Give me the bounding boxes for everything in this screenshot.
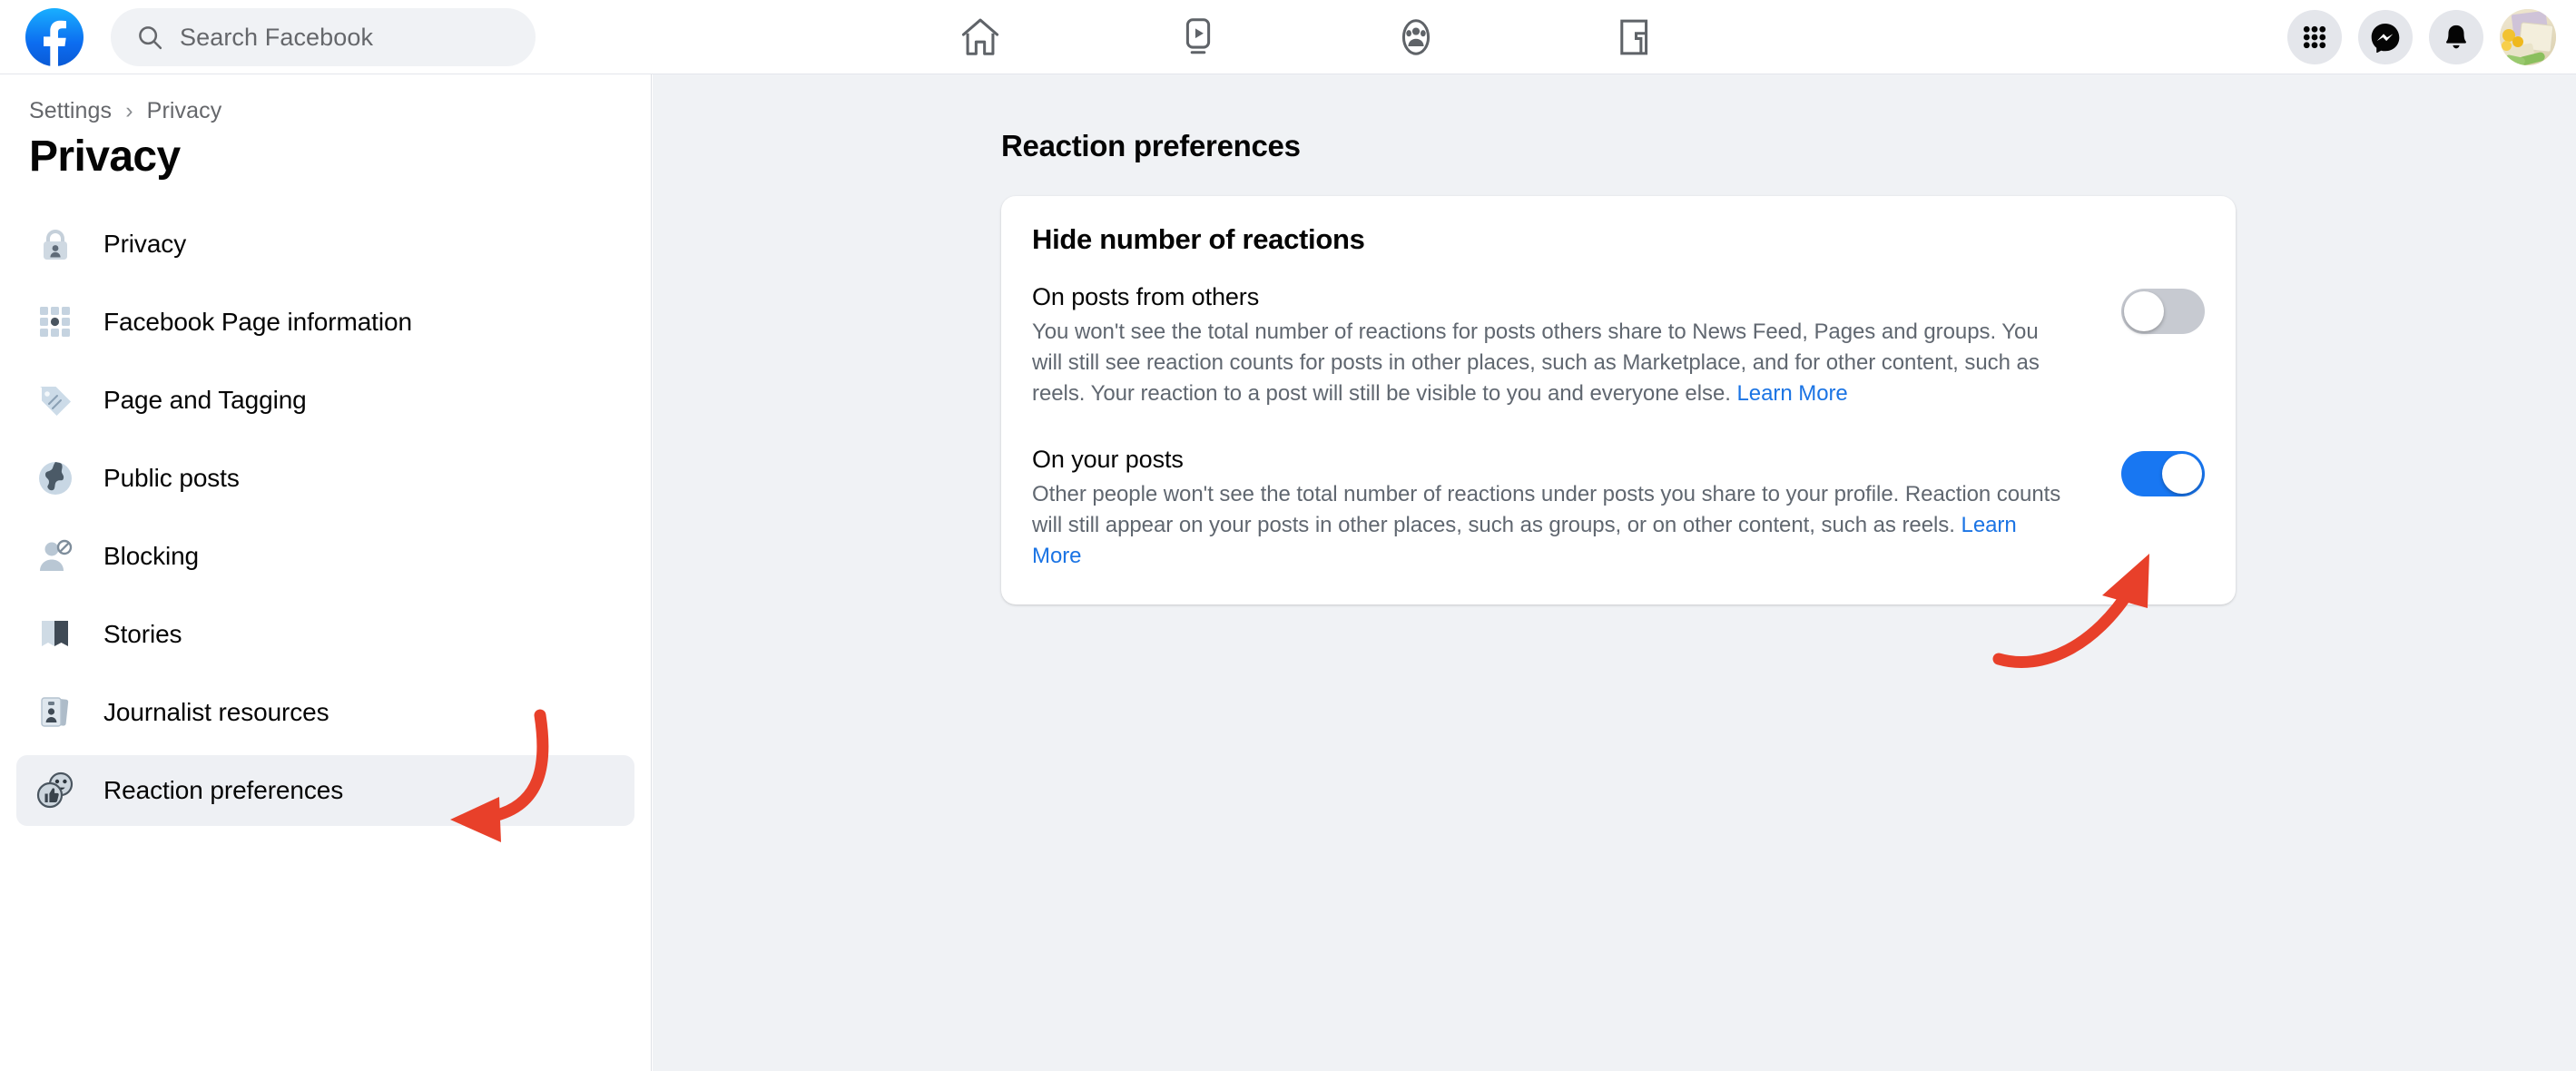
id-badge-icon <box>33 690 78 735</box>
sidebar-item-label: Reaction preferences <box>103 776 343 805</box>
sidebar-item-label: Blocking <box>103 542 199 571</box>
breadcrumb: Settings › Privacy <box>0 98 651 124</box>
home-icon <box>958 15 1003 60</box>
breadcrumb-separator: › <box>125 98 133 123</box>
tag-icon <box>33 378 78 423</box>
sidebar-item-reaction-preferences[interactable]: Reaction preferences <box>16 755 634 826</box>
setting-row-on-your-posts: On your posts Other people won't see the… <box>1032 446 2205 572</box>
setting-description-text: You won't see the total number of reacti… <box>1032 319 2040 406</box>
sidebar-item-label: Page and Tagging <box>103 386 307 415</box>
learn-more-link[interactable]: Learn More <box>1737 381 1848 406</box>
messenger-icon <box>2370 22 2401 53</box>
bell-icon <box>2442 23 2471 52</box>
sidebar-item-label: Privacy <box>103 230 186 259</box>
sidebar-item-label: Facebook Page information <box>103 308 412 337</box>
sidebar-nav-list: Privacy Facebook Page information <box>0 209 651 826</box>
setting-label: On posts from others <box>1032 283 2067 311</box>
setting-description: Other people won't see the total number … <box>1032 479 2067 572</box>
person-block-icon <box>33 534 78 579</box>
breadcrumb-root[interactable]: Settings <box>29 98 112 123</box>
sidebar-item-privacy[interactable]: Privacy <box>16 209 634 280</box>
sidebar-item-blocking[interactable]: Blocking <box>16 521 634 592</box>
nav-home-button[interactable] <box>903 1 1057 74</box>
search-input-placeholder: Search Facebook <box>180 24 373 52</box>
sidebar-item-label: Stories <box>103 620 182 649</box>
setting-description-text: Other people won't see the total number … <box>1032 482 2060 537</box>
sidebar-item-facebook-page-information[interactable]: Facebook Page information <box>16 287 634 358</box>
nav-gaming-button[interactable] <box>1557 1 1711 74</box>
page-title: Privacy <box>0 132 651 182</box>
setting-text: On posts from others You won't see the t… <box>1032 283 2067 409</box>
gaming-icon <box>1611 15 1657 60</box>
notifications-button[interactable] <box>2429 10 2483 64</box>
topbar-action-icons <box>2287 0 2556 74</box>
groups-icon <box>1393 15 1439 60</box>
sidebar-item-label: Public posts <box>103 464 240 493</box>
globe-icon <box>33 456 78 501</box>
nav-groups-button[interactable] <box>1339 1 1493 74</box>
settings-sidebar: Settings › Privacy Privacy Privacy <box>0 74 652 1071</box>
reactions-icon <box>33 768 78 813</box>
sidebar-item-label: Journalist resources <box>103 698 329 727</box>
toggle-on-your-posts[interactable] <box>2121 451 2205 496</box>
sidebar-item-page-and-tagging[interactable]: Page and Tagging <box>16 365 634 436</box>
grid-dot-icon <box>33 300 78 345</box>
lock-person-icon <box>33 221 78 267</box>
toggle-knob <box>2162 454 2202 494</box>
messenger-button[interactable] <box>2358 10 2413 64</box>
top-navigation-bar: Search Facebook <box>0 0 2576 74</box>
nav-video-button[interactable] <box>1121 1 1275 74</box>
sidebar-item-journalist-resources[interactable]: Journalist resources <box>16 677 634 748</box>
video-icon <box>1175 15 1221 60</box>
main-content: Reaction preferences Hide number of reac… <box>653 74 2576 1071</box>
reaction-preferences-card: Hide number of reactions On posts from o… <box>1001 196 2236 604</box>
sidebar-item-public-posts[interactable]: Public posts <box>16 443 634 514</box>
setting-label: On your posts <box>1032 446 2067 474</box>
search-icon <box>136 24 163 51</box>
card-title: Hide number of reactions <box>1032 223 2205 256</box>
toggle-on-posts-from-others[interactable] <box>2121 289 2205 334</box>
facebook-f-icon <box>36 19 73 66</box>
grid-menu-icon <box>2301 24 2328 51</box>
search-bar[interactable]: Search Facebook <box>111 8 536 66</box>
avatar[interactable] <box>2500 9 2556 65</box>
breadcrumb-current: Privacy <box>147 98 222 123</box>
menu-button[interactable] <box>2287 10 2342 64</box>
setting-text: On your posts Other people won't see the… <box>1032 446 2067 572</box>
setting-row-on-posts-from-others: On posts from others You won't see the t… <box>1032 283 2205 409</box>
facebook-logo[interactable] <box>25 8 84 66</box>
book-icon <box>33 612 78 657</box>
sidebar-item-stories[interactable]: Stories <box>16 599 634 670</box>
main-section-title: Reaction preferences <box>1001 129 1301 163</box>
primary-nav-icons <box>871 0 1743 74</box>
toggle-knob <box>2124 291 2164 331</box>
setting-description: You won't see the total number of reacti… <box>1032 317 2067 409</box>
